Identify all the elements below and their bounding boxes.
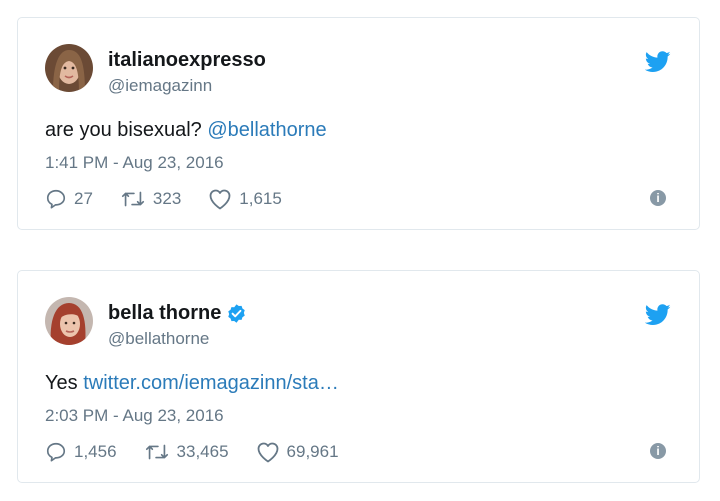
reply-count: 1,456 — [74, 442, 117, 461]
retweet-button[interactable]: 33,465 — [144, 441, 229, 463]
reply-button[interactable]: 1,456 — [45, 441, 117, 463]
reply-icon — [46, 189, 66, 209]
retweet-count: 323 — [152, 189, 182, 208]
display-name[interactable]: italianoexpresso — [108, 49, 266, 72]
avatar[interactable] — [45, 44, 93, 92]
tweet-card[interactable]: italianoexpresso @iemagazinn are you bis… — [17, 17, 700, 230]
like-button[interactable]: 1,615 — [208, 188, 282, 210]
tweet-text-body: are you bisexual? — [45, 119, 208, 141]
like-button[interactable]: 69,961 — [256, 441, 339, 463]
url-link[interactable]: twitter.com/iemagazinn/sta… — [83, 372, 339, 394]
twitter-bird-icon[interactable] — [644, 304, 671, 326]
retweet-icon — [121, 191, 144, 207]
retweet-count: 33,465 — [176, 442, 229, 461]
reply-button[interactable]: 27 — [45, 188, 93, 210]
like-count: 69,961 — [286, 442, 339, 461]
avatar[interactable] — [45, 297, 93, 345]
retweet-icon — [145, 444, 168, 460]
timestamp[interactable]: 1:41 PM - Aug 23, 2016 — [45, 153, 224, 173]
display-name-row[interactable]: italianoexpresso — [108, 49, 266, 72]
tweet-text-body: Yes — [45, 372, 84, 394]
heart-icon — [209, 189, 231, 210]
tweet-card[interactable]: bella thorne @bellathorne Yes twitter.co… — [17, 270, 700, 483]
tweet-text: Yes twitter.com/iemagazinn/sta… — [45, 372, 339, 395]
info-icon[interactable]: i — [650, 443, 666, 459]
display-name[interactable]: bella thorne — [108, 302, 221, 325]
reply-icon — [46, 442, 66, 462]
display-name-row[interactable]: bella thorne — [108, 302, 247, 325]
heart-icon — [257, 442, 278, 463]
retweet-button[interactable]: 323 — [120, 188, 181, 210]
tweet-text: are you bisexual? @bellathorne — [45, 119, 327, 142]
action-bar: 1,456 33,465 69,961 — [45, 441, 366, 463]
twitter-bird-icon[interactable] — [644, 51, 671, 73]
action-bar: 27 323 1,615 — [45, 188, 309, 210]
verified-badge-icon — [226, 303, 247, 324]
timestamp[interactable]: 2:03 PM - Aug 23, 2016 — [45, 406, 224, 426]
reply-count: 27 — [74, 189, 93, 208]
info-icon[interactable]: i — [650, 190, 666, 206]
user-handle[interactable]: @bellathorne — [108, 329, 209, 349]
user-handle[interactable]: @iemagazinn — [108, 76, 212, 96]
like-count: 1,615 — [239, 189, 282, 208]
mention-link[interactable]: @bellathorne — [207, 119, 326, 141]
